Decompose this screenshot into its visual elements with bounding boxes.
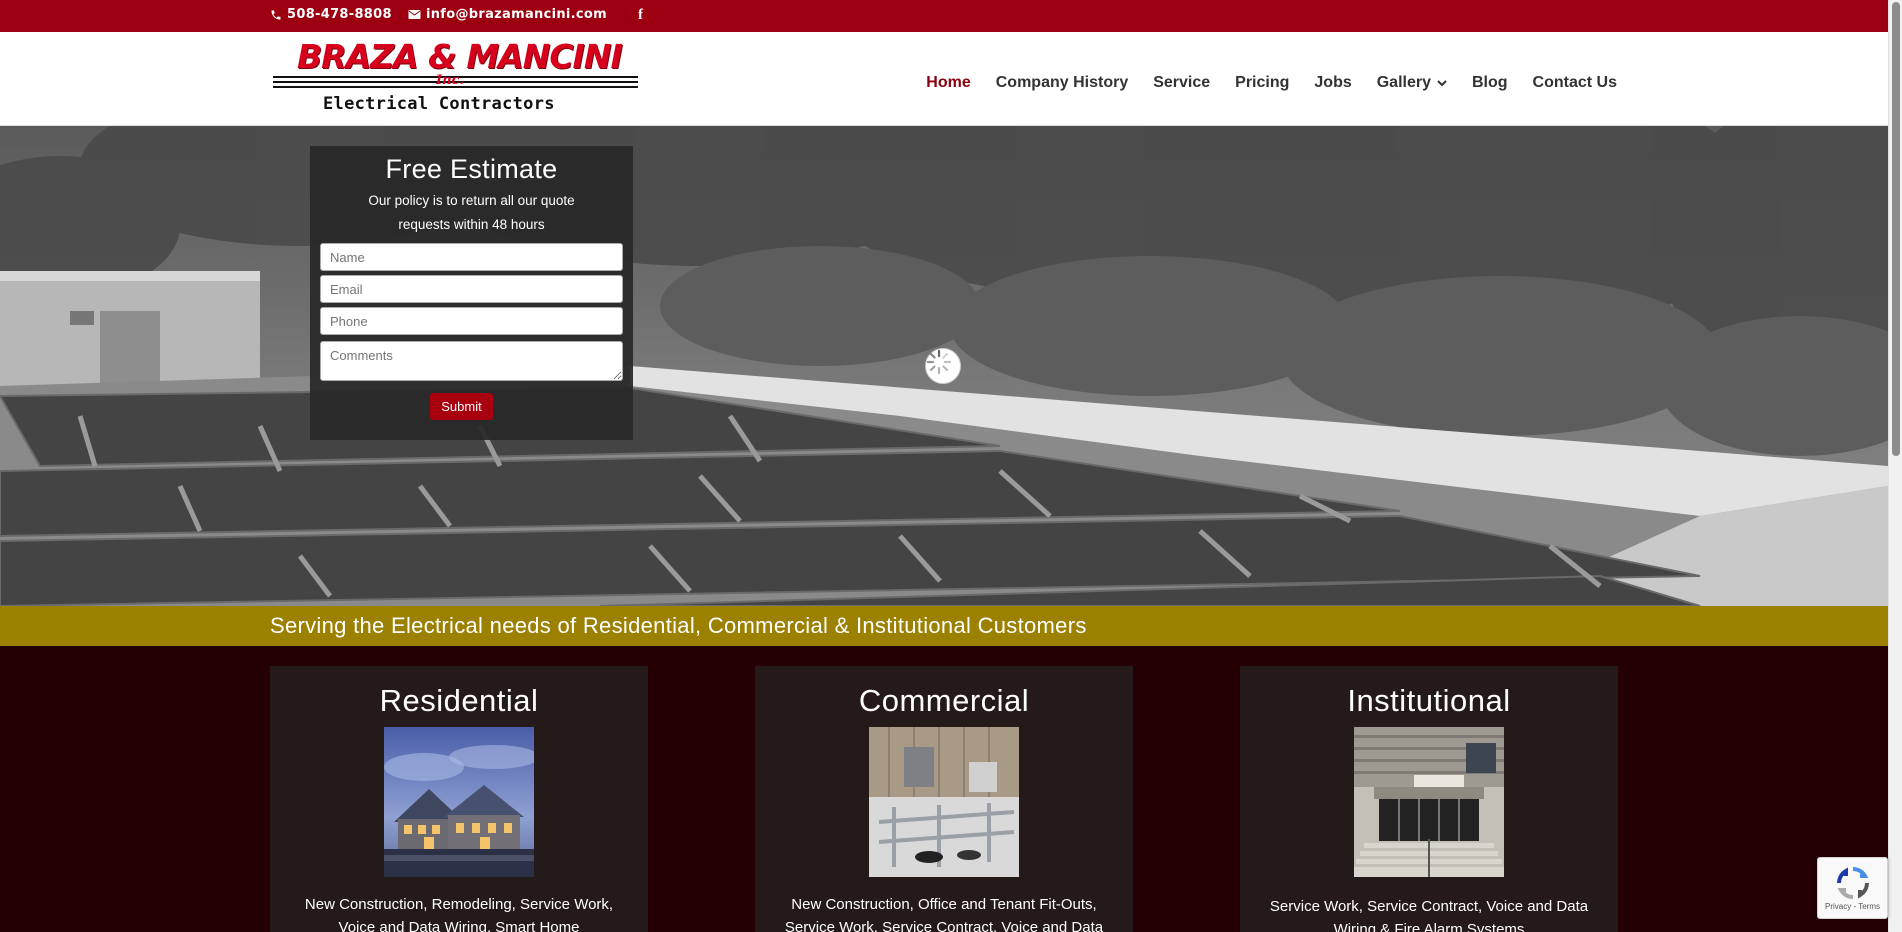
residential-card: Residential New Construction, Remodeling…: [270, 666, 648, 932]
phone-icon: [271, 10, 281, 19]
nav-company-history[interactable]: Company History: [996, 74, 1128, 92]
nav-jobs[interactable]: Jobs: [1314, 74, 1351, 92]
email-link[interactable]: info@brazamancini.com: [408, 7, 607, 22]
phone-link[interactable]: 508-478-8808: [270, 7, 392, 22]
phone-input[interactable]: [320, 307, 623, 335]
envelope-icon: [408, 10, 421, 19]
commercial-card: Commercial New Construction, Office and …: [755, 666, 1133, 932]
institutional-photo[interactable]: [1354, 727, 1504, 877]
card-title: Institutional: [1347, 683, 1511, 718]
services-banner: Serving the Electrical needs of Resident…: [0, 606, 1888, 646]
site-header: BRAZA & MANCINI Inc. Electrical Contract…: [0, 32, 1888, 126]
hero-section: Free Estimate Our policy is to return al…: [0, 126, 1888, 606]
free-estimate-form: Free Estimate Our policy is to return al…: [310, 146, 633, 440]
nav-blog[interactable]: Blog: [1472, 74, 1508, 92]
institutional-card: Institutional Service Work, Service Cont…: [1240, 666, 1618, 932]
nav-pricing[interactable]: Pricing: [1235, 74, 1289, 92]
services-banner-text: Serving the Electrical needs of Resident…: [270, 613, 1087, 638]
logo-name: BRAZA & MANCINI: [297, 37, 623, 76]
commercial-photo[interactable]: [869, 727, 1019, 877]
facebook-icon[interactable]: f: [638, 7, 643, 24]
card-text: New Construction, Remodeling, Service Wo…: [304, 896, 614, 932]
comments-input[interactable]: [320, 341, 623, 381]
card-text: Service Work, Service Contract, Voice an…: [1269, 898, 1589, 932]
residential-photo[interactable]: [384, 727, 534, 877]
card-text: New Construction, Office and Tenant Fit-…: [784, 896, 1104, 932]
phone-number: 508-478-8808: [287, 7, 392, 22]
chevron-down-icon: [1437, 79, 1447, 86]
page-scrollbar[interactable]: [1888, 0, 1902, 932]
scrollbar-thumb[interactable]: [1892, 2, 1900, 456]
company-logo[interactable]: BRAZA & MANCINI Inc. Electrical Contract…: [273, 37, 638, 120]
email-input[interactable]: [320, 275, 623, 303]
nav-home[interactable]: Home: [926, 74, 970, 92]
card-title: Residential: [379, 683, 539, 718]
estimate-title: Free Estimate: [385, 154, 558, 184]
logo-inc: Inc.: [436, 73, 464, 88]
nav-contact-us[interactable]: Contact Us: [1533, 74, 1617, 92]
loading-spinner-icon: [925, 348, 961, 384]
estimate-text: Our policy is to return all our quote re…: [368, 193, 575, 232]
card-title: Commercial: [858, 683, 1030, 718]
top-contact-bar: 508-478-8808 info@brazamancini.com f: [0, 0, 1888, 32]
nav-service[interactable]: Service: [1153, 74, 1210, 92]
email-address: info@brazamancini.com: [426, 7, 607, 22]
submit-button[interactable]: Submit: [430, 393, 493, 420]
name-input[interactable]: [320, 243, 623, 271]
nav-gallery[interactable]: Gallery: [1377, 74, 1447, 92]
logo-tagline: Electrical Contractors: [323, 94, 555, 114]
recaptcha-badge[interactable]: Privacy - Terms: [1817, 857, 1888, 919]
recaptcha-links[interactable]: Privacy - Terms: [1818, 902, 1887, 911]
main-nav: Home Company History Service Pricing Job…: [901, 74, 1617, 92]
nav-gallery-label: Gallery: [1376, 74, 1431, 91]
recaptcha-icon: [1836, 867, 1869, 899]
